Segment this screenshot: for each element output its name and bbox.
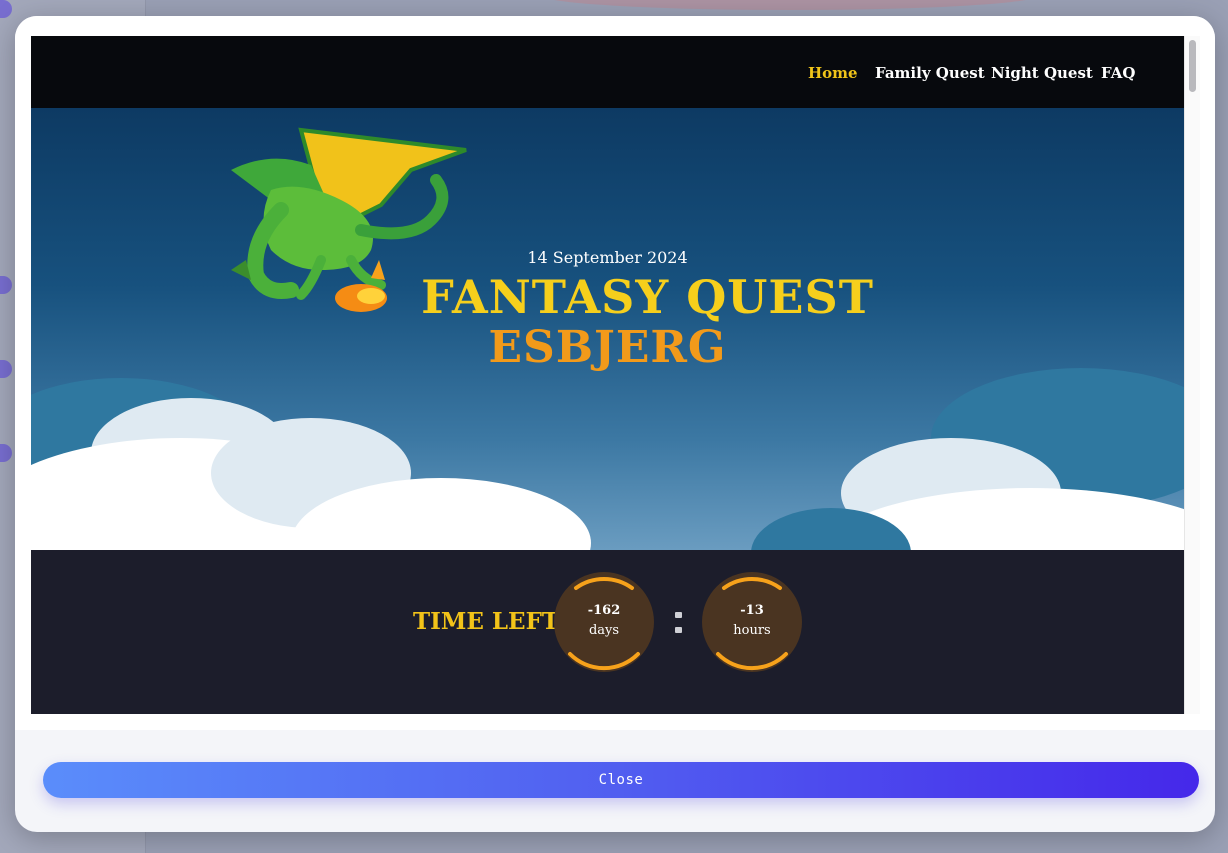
preview-modal: Home Family Quest Night Quest FAQ 14 Sep… xyxy=(15,16,1215,832)
countdown-hours-value: -13 xyxy=(740,603,764,618)
countdown-section: TIME LEFT -162 days -13 hours xyxy=(31,550,1184,714)
countdown-days-unit: days xyxy=(588,623,620,638)
countdown-hours-unit: hours xyxy=(733,623,771,638)
website-preview-frame[interactable]: Home Family Quest Night Quest FAQ 14 Sep… xyxy=(31,36,1184,714)
hero-title-line-1: FANTASY QUEST xyxy=(421,270,874,324)
ring-arc-icon xyxy=(716,577,788,671)
event-date: 14 September 2024 xyxy=(527,248,688,267)
nav-faq[interactable]: FAQ xyxy=(1101,64,1135,82)
background-glow xyxy=(540,0,1040,10)
scrollbar-thumb[interactable] xyxy=(1189,40,1196,92)
hero-title-line-2: ESBJERG xyxy=(488,322,727,373)
hero-banner: 14 September 2024 FANTASY QUEST ESBJERG xyxy=(31,108,1184,550)
nav-home[interactable]: Home xyxy=(808,64,858,82)
countdown-days-ring: -162 days xyxy=(554,572,654,672)
countdown-hours-ring: -13 hours xyxy=(702,572,802,672)
countdown-separator xyxy=(675,612,683,642)
close-button[interactable]: Close xyxy=(43,762,1199,798)
preview-scrollbar[interactable] xyxy=(1184,36,1200,714)
countdown-days-value: -162 xyxy=(587,603,621,618)
nav-night-quest[interactable]: Night Quest xyxy=(991,64,1093,82)
nav-family-quest[interactable]: Family Quest xyxy=(875,64,985,82)
time-left-label: TIME LEFT xyxy=(413,608,560,635)
modal-content: Home Family Quest Night Quest FAQ 14 Sep… xyxy=(15,16,1215,730)
site-navbar: Home Family Quest Night Quest FAQ xyxy=(31,36,1184,108)
ring-arc-icon xyxy=(568,577,640,671)
